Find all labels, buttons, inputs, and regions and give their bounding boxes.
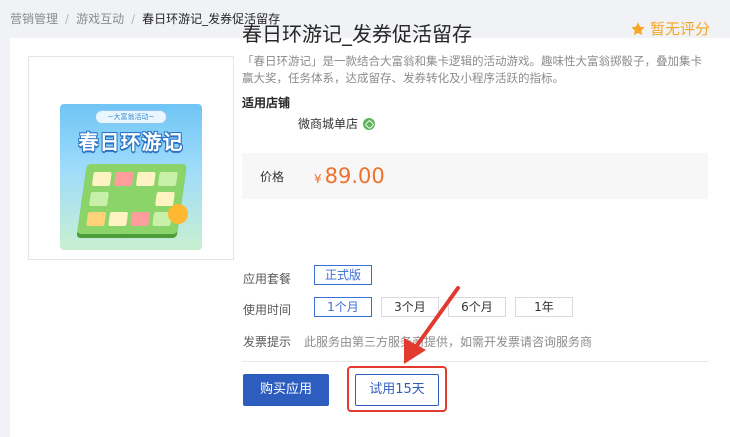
product-image-frame: ~大富翁活动~ 春日环游记 <box>28 56 234 260</box>
invoice-label: 发票提示 <box>243 335 292 349</box>
price-panel: 价格 ¥ 89.00 <box>242 153 708 199</box>
poster-tile <box>157 172 178 186</box>
duration-option-1-year[interactable]: 1年 <box>515 297 573 317</box>
shop-name: 微商城单店 <box>298 117 359 131</box>
duration-option-1-month[interactable]: 1个月 <box>314 297 372 317</box>
shop-item: 微商城单店 <box>298 115 376 132</box>
price-amount: 89.00 <box>324 164 385 188</box>
package-label: 应用套餐 <box>243 272 292 286</box>
product-title: 春日环游记_发券促活留存 <box>242 22 472 46</box>
invoice-note: 此服务由第三方服务商提供，如需开发票请咨询服务商 <box>304 335 593 349</box>
poster-ribbon: ~大富翁活动~ <box>95 110 167 124</box>
poster-title: 春日环游记 <box>78 130 184 154</box>
package-option-standard[interactable]: 正式版 <box>314 265 372 285</box>
duration-option-6-months[interactable]: 6个月 <box>448 297 506 317</box>
price-label: 价格 <box>260 169 285 184</box>
product-description: 「春日环游记」是一款结合大富翁和集卡逻辑的活动游戏。趣味性大富翁掷骰子，叠加集卡… <box>242 54 702 85</box>
poster-character <box>168 204 188 224</box>
breadcrumb-separator: / <box>131 11 136 26</box>
breadcrumb: 营销管理 / 游戏互动 / 春日环游记_发券促活留存 <box>10 10 280 27</box>
poster-tile <box>91 172 112 186</box>
poster-tile <box>108 212 129 226</box>
rating: 暂无评分 <box>630 18 710 39</box>
duration-option-3-months[interactable]: 3个月 <box>381 297 439 317</box>
product-poster-image: ~大富翁活动~ 春日环游记 <box>60 104 202 250</box>
price-currency: ¥ <box>314 171 322 186</box>
buy-app-button[interactable]: 购买应用 <box>243 374 329 406</box>
poster-board-graphic <box>77 164 187 234</box>
divider <box>242 361 708 362</box>
rating-text: 暂无评分 <box>649 20 710 38</box>
poster-tile <box>89 192 109 206</box>
poster-tile <box>86 212 107 226</box>
poster-tile <box>155 192 175 206</box>
poster-tile <box>130 212 151 226</box>
duration-label: 使用时间 <box>243 303 292 317</box>
breadcrumb-item-game[interactable]: 游戏互动 <box>76 10 124 27</box>
shop-label: 适用店铺 <box>242 96 291 110</box>
link-icon[interactable] <box>363 117 376 130</box>
trial-button[interactable]: 试用15天 <box>355 374 439 406</box>
poster-tile <box>113 172 134 186</box>
breadcrumb-item-marketing[interactable]: 营销管理 <box>10 10 58 27</box>
poster-tile <box>135 172 156 186</box>
breadcrumb-separator: / <box>65 11 70 26</box>
star-icon <box>631 21 645 35</box>
